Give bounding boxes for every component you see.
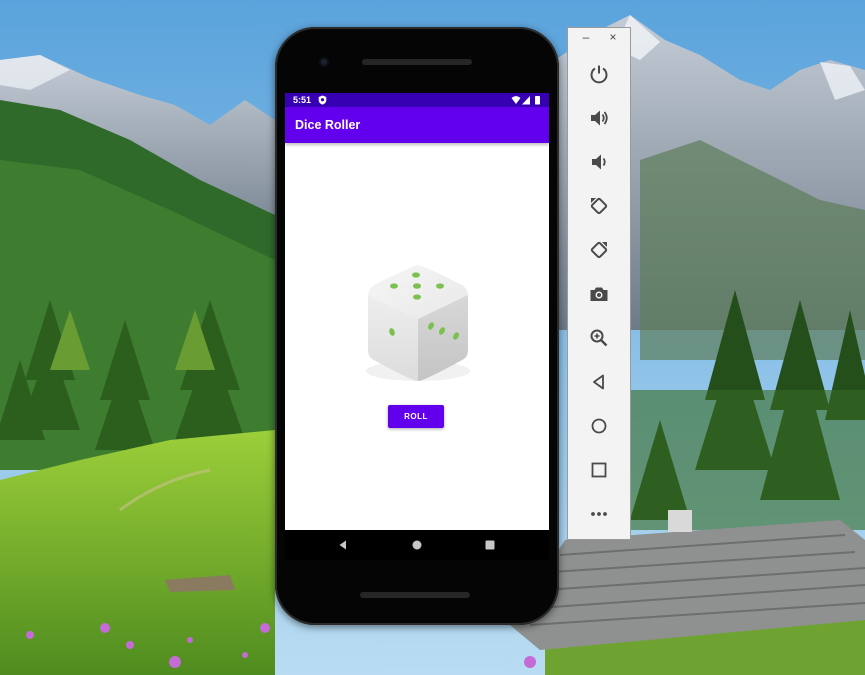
app-title: Dice Roller [295, 118, 361, 132]
back-button[interactable] [588, 371, 610, 393]
power-icon [590, 65, 608, 84]
screenshot-button[interactable] [588, 283, 610, 305]
front-camera [319, 57, 329, 67]
signal-icon [522, 96, 530, 105]
back-icon[interactable] [337, 539, 349, 551]
power-button[interactable] [588, 63, 610, 85]
emulator-toolbar: – × [567, 27, 631, 540]
overview-button[interactable] [588, 459, 610, 481]
roll-button[interactable]: ROLL [388, 405, 444, 428]
more-icon [591, 512, 607, 516]
minimize-button[interactable]: – [579, 30, 593, 44]
status-time: 5:51 [293, 95, 312, 105]
wifi-icon [511, 96, 521, 104]
battery-icon [535, 96, 540, 105]
bottom-speaker [360, 592, 470, 598]
home-icon [591, 418, 607, 434]
rotate-right-icon [590, 241, 608, 259]
home-icon[interactable] [411, 539, 423, 551]
status-bar: 5:51 [285, 93, 549, 107]
status-icons [511, 96, 540, 105]
recents-icon[interactable] [484, 539, 496, 551]
overview-icon [591, 462, 607, 478]
more-button[interactable] [588, 503, 610, 525]
zoom-icon [590, 329, 608, 347]
shield-icon [318, 95, 327, 105]
earpiece-speaker [362, 59, 472, 65]
rotate-left-icon [590, 197, 608, 215]
back-icon [593, 374, 604, 390]
home-button[interactable] [588, 415, 610, 437]
phone-screen: 5:51 Dice Roller ROLL [285, 93, 549, 530]
navigation-bar [285, 530, 549, 560]
volume-down-icon [592, 154, 606, 170]
volume-up-button[interactable] [588, 107, 610, 129]
rotate-right-button[interactable] [588, 239, 610, 261]
close-button[interactable]: × [606, 30, 620, 44]
zoom-button[interactable] [588, 327, 610, 349]
app-bar: Dice Roller [285, 107, 549, 143]
rotate-left-button[interactable] [588, 195, 610, 217]
volume-down-button[interactable] [588, 151, 610, 173]
dice-image [366, 265, 470, 381]
camera-icon [590, 287, 608, 301]
volume-up-icon [591, 110, 608, 126]
